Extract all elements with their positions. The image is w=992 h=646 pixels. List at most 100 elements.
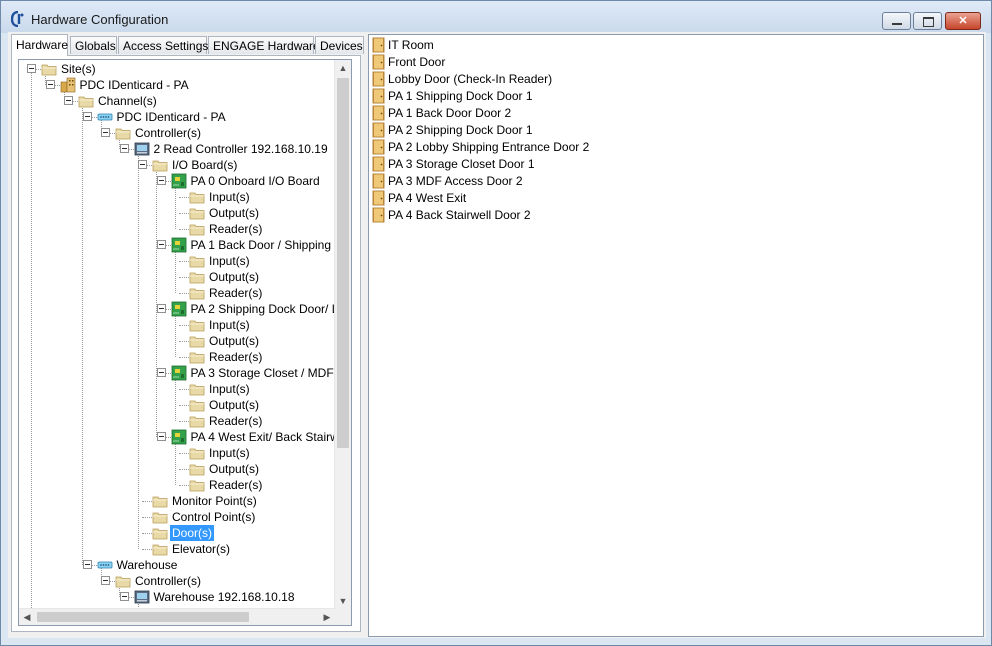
tree-node-label: PA 2 Shipping Dock Door/ Lob: [190, 302, 336, 316]
tree-vertical-scrollbar[interactable]: ▲ ▼: [334, 60, 351, 609]
tree-node[interactable]: Monitor Point(s): [19, 493, 335, 509]
door-list[interactable]: IT Room Front Door Lobby Door (Check-In Re…: [368, 34, 984, 637]
tree-node-label: Input(s): [209, 190, 250, 204]
tree-node[interactable]: Control Point(s): [19, 509, 335, 525]
tree-node[interactable]: Warehouse 192.168.10.18: [19, 589, 335, 605]
collapse-toggle-icon[interactable]: [119, 144, 129, 153]
tree-node[interactable]: PA 1 Back Door / Shipping Do: [19, 237, 335, 253]
collapse-toggle-icon[interactable]: [156, 304, 166, 313]
tree-node[interactable]: Elevator(s): [19, 541, 335, 557]
collapse-toggle-icon[interactable]: [82, 560, 92, 569]
tree-node[interactable]: Reader(s): [19, 285, 335, 301]
tree-connector: [142, 517, 152, 518]
tree-node[interactable]: Channel(s): [19, 93, 335, 109]
tree-node[interactable]: PA 2 Shipping Dock Door/ Lob: [19, 301, 335, 317]
window-title: Hardware Configuration: [31, 12, 169, 27]
tree-node[interactable]: Output(s): [19, 269, 335, 285]
maximize-button[interactable]: [913, 12, 942, 30]
tree-node-label: Reader(s): [209, 350, 263, 364]
door-icon: [372, 88, 385, 104]
tree-node[interactable]: PDC IDenticard - PA: [19, 109, 335, 125]
tab-globals[interactable]: Globals: [70, 36, 117, 54]
collapse-toggle-icon[interactable]: [156, 368, 166, 377]
collapse-toggle-icon[interactable]: [101, 128, 110, 137]
vertical-scroll-thumb[interactable]: [337, 78, 349, 448]
scroll-up-icon[interactable]: ▲: [335, 60, 351, 76]
tree-node-label: Elevator(s): [172, 542, 231, 556]
collapse-toggle-icon[interactable]: [156, 432, 166, 441]
scroll-down-icon[interactable]: ▼: [335, 593, 351, 609]
collapse-toggle-icon[interactable]: [45, 80, 55, 89]
minimize-button[interactable]: [882, 12, 911, 30]
tab-engage-hardware[interactable]: ENGAGE Hardware: [208, 36, 320, 54]
folder-icon: [189, 253, 205, 269]
collapse-toggle-icon[interactable]: [119, 592, 129, 601]
tree-node[interactable]: Input(s): [19, 445, 335, 461]
tree-node[interactable]: Output(s): [19, 333, 335, 349]
horizontal-scroll-thumb[interactable]: [37, 612, 249, 622]
tree-node-label: Reader(s): [209, 222, 263, 236]
tab-access-settings[interactable]: Access Settings: [118, 36, 208, 54]
tree-node-label: PA 0 Onboard I/O Board: [190, 174, 320, 188]
tree-node[interactable]: Controller(s): [19, 125, 335, 141]
tree-node-label: Reader(s): [209, 286, 263, 300]
title-bar[interactable]: Hardware Configuration ✕: [1, 1, 991, 33]
folder-icon: [189, 445, 205, 461]
tree-connector: [179, 277, 189, 278]
tree-node[interactable]: Reader(s): [19, 349, 335, 365]
collapse-toggle-icon[interactable]: [156, 240, 166, 249]
door-label: PA 3 MDF Access Door 2: [388, 174, 523, 188]
tree-node[interactable]: I/O Board(s): [19, 157, 335, 173]
tree-node[interactable]: PA 3 Storage Closet / MDF Ac: [19, 365, 335, 381]
tab-devices[interactable]: Devices: [315, 36, 364, 54]
hardware-tree[interactable]: Site(s) PDC IDenticard - PA Channel(s) PDC …: [18, 59, 352, 626]
tree-node[interactable]: Warehouse: [19, 557, 335, 573]
tree-node[interactable]: Door(s): [19, 525, 335, 541]
tree-node[interactable]: Site(s): [19, 61, 335, 77]
collapse-toggle-icon[interactable]: [82, 112, 92, 121]
scroll-right-icon[interactable]: ▶: [319, 609, 335, 625]
tree-node[interactable]: Input(s): [19, 381, 335, 397]
tree-node-label: Monitor Point(s): [172, 494, 257, 508]
tree-connector: [179, 453, 189, 454]
tree-connector: [179, 341, 189, 342]
tree-node[interactable]: Input(s): [19, 189, 335, 205]
door-icon: [372, 71, 385, 87]
tab-hardware[interactable]: Hardware: [11, 34, 68, 56]
tree-node[interactable]: Output(s): [19, 397, 335, 413]
tree-node[interactable]: PDC IDenticard - PA: [19, 77, 335, 93]
collapse-toggle-icon[interactable]: [64, 96, 73, 105]
tree-node[interactable]: 2 Read Controller 192.168.10.19: [19, 141, 335, 157]
tree-node-label: 2 Read Controller 192.168.10.19: [153, 142, 328, 156]
tree-node-label: Output(s): [209, 462, 260, 476]
collapse-toggle-icon[interactable]: [156, 176, 166, 185]
tree-node-label: PA 4 West Exit/ Back Stairwel: [190, 430, 336, 444]
collapse-toggle-icon[interactable]: [138, 160, 147, 169]
collapse-toggle-icon[interactable]: [27, 64, 36, 73]
tree-node[interactable]: Input(s): [19, 253, 335, 269]
collapse-toggle-icon[interactable]: [101, 576, 110, 585]
board-icon: [171, 173, 187, 189]
folder-icon: [189, 461, 205, 477]
hardware-configuration-window: Hardware Configuration ✕ Hardware Global…: [0, 0, 992, 646]
tree-node[interactable]: Output(s): [19, 461, 335, 477]
tree-node[interactable]: Reader(s): [19, 477, 335, 493]
tree-node[interactable]: PA 4 West Exit/ Back Stairwel: [19, 429, 335, 445]
close-button[interactable]: ✕: [945, 12, 981, 30]
folder-icon: [189, 189, 205, 205]
tab-label: Globals: [75, 39, 116, 53]
tree-node[interactable]: Reader(s): [19, 221, 335, 237]
tree-node[interactable]: PA 0 Onboard I/O Board: [19, 173, 335, 189]
tree-connector: [179, 421, 189, 422]
tree-horizontal-scrollbar[interactable]: ◀ ▶: [19, 608, 335, 625]
tree-node[interactable]: Output(s): [19, 205, 335, 221]
scroll-left-icon[interactable]: ◀: [19, 609, 35, 625]
channel-icon: [97, 557, 113, 573]
door-icon: [372, 37, 385, 53]
tree-node[interactable]: Controller(s): [19, 573, 335, 589]
tree-node-label: Output(s): [209, 206, 260, 220]
door-label: Lobby Door (Check-In Reader): [388, 72, 553, 86]
tree-node-label: Reader(s): [209, 478, 263, 492]
tree-node[interactable]: Reader(s): [19, 413, 335, 429]
tree-node[interactable]: Input(s): [19, 317, 335, 333]
